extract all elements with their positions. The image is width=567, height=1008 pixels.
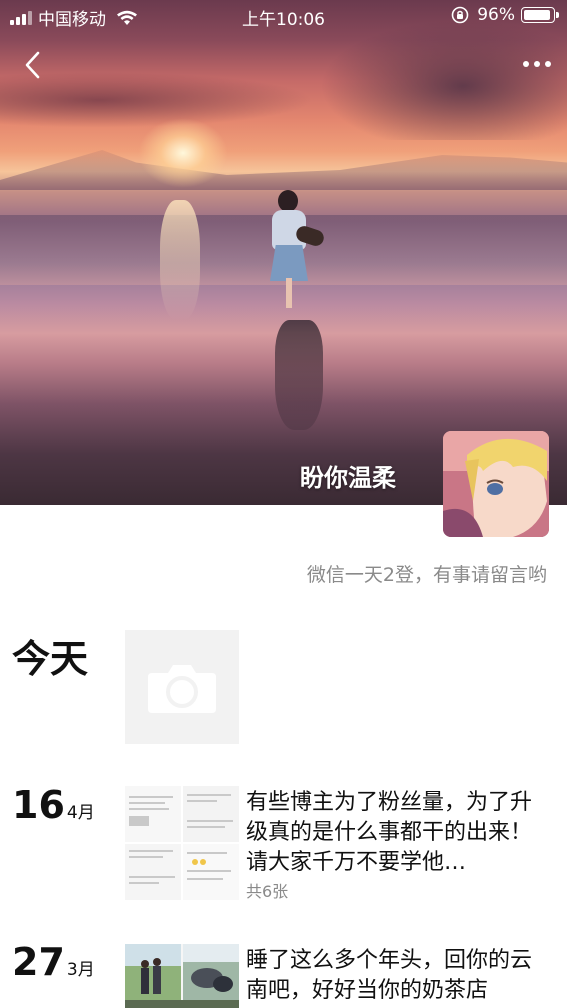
cover-signature: 盼你温柔 (300, 464, 396, 492)
signal-icon (10, 10, 32, 25)
wifi-icon (117, 10, 137, 25)
figure-head (278, 190, 298, 212)
figure-leg (286, 278, 292, 308)
carrier-label: 中国移动 (38, 10, 106, 30)
post-day: 16 (12, 783, 65, 827)
battery-level-fill (524, 10, 550, 20)
post-date: 27 3月 (12, 940, 95, 984)
more-dots-icon[interactable] (521, 54, 553, 74)
post-camera-button[interactable] (125, 630, 239, 744)
chevron-left-icon[interactable] (18, 48, 48, 82)
sun-reflection (160, 200, 200, 320)
screenshot-collage-thumbnail (125, 786, 239, 900)
cloud-shape (320, 20, 567, 140)
post-month: 4月 (66, 803, 95, 823)
post-thumbnail[interactable] (125, 944, 239, 1008)
status-left: 中国移动 (10, 5, 138, 30)
post-text[interactable]: 有些博主为了粉丝量，为了升级真的是什么事都干的出来！请大家千万不要学他… (246, 788, 546, 878)
rotation-lock-icon (451, 6, 469, 24)
profile-motto: 微信一天2登，有事请留言哟 (306, 564, 547, 586)
figure-skirt (270, 245, 308, 281)
figure-reflection (275, 320, 323, 430)
battery-percent: 96% (477, 5, 515, 25)
status-right: 96% (451, 5, 559, 25)
mountain-silhouette (0, 150, 567, 190)
running-girl-figure (268, 190, 328, 310)
anime-avatar-image (443, 431, 549, 537)
post-month: 3月 (66, 960, 95, 980)
status-time: 上午10:06 (242, 10, 325, 30)
photo-collage-thumbnail (125, 944, 239, 1008)
post-day: 27 (12, 940, 65, 984)
post-text[interactable]: 睡了这么多个年头，回你的云南吧，好好当你的奶茶店 (246, 946, 546, 1006)
sun-glow (138, 118, 228, 188)
post-date: 16 4月 (12, 783, 95, 827)
post-photo-count: 共6张 (246, 882, 289, 901)
camera-icon (148, 665, 216, 713)
status-bar: 中国移动 上午10:06 96% (0, 0, 567, 32)
battery-icon (521, 7, 559, 23)
today-label: 今天 (12, 637, 89, 681)
avatar[interactable] (443, 431, 549, 537)
post-thumbnail[interactable] (125, 786, 239, 900)
cover-image[interactable]: 盼你温柔 (0, 0, 567, 505)
